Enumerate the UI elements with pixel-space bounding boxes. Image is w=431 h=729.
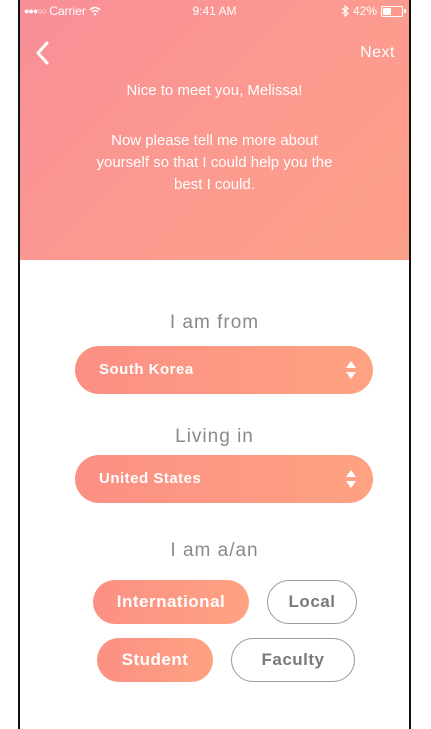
chip-student[interactable]: Student	[97, 638, 213, 682]
battery-percent: 42%	[352, 4, 377, 18]
next-button[interactable]: Next	[360, 44, 395, 62]
living-label: Living in	[175, 426, 254, 447]
greeting-text: Nice to meet you, Melissa!	[126, 82, 303, 99]
from-label: I am from	[169, 312, 260, 333]
chip-faculty[interactable]: Faculty	[231, 638, 355, 682]
bluetooth-icon	[341, 5, 349, 17]
select-arrows-icon	[346, 361, 356, 379]
chip-international[interactable]: International	[93, 580, 249, 624]
intro-text: Now please tell me more about yourself s…	[96, 132, 333, 193]
battery-level	[383, 7, 391, 15]
role-label: I am a/an	[170, 540, 259, 561]
select-arrows-icon	[346, 470, 356, 488]
header-banner: ●●●○○ Carrier 9:41 AM 42% Next Nice to m…	[20, 0, 409, 260]
back-button[interactable]	[32, 38, 54, 68]
battery-tip	[404, 8, 406, 13]
country-living-select[interactable]: United States	[75, 455, 373, 503]
battery-icon	[381, 5, 406, 17]
country-living-value: United States	[99, 470, 202, 487]
phone-screen: ●●●○○ Carrier 9:41 AM 42% Next Nice to m…	[18, 0, 411, 729]
status-right: 42%	[341, 4, 406, 18]
chevron-left-icon	[36, 41, 49, 65]
status-bar: ●●●○○ Carrier 9:41 AM 42%	[20, 0, 409, 20]
country-from-value: South Korea	[99, 361, 194, 378]
country-from-select[interactable]: South Korea	[75, 346, 373, 394]
chip-local[interactable]: Local	[267, 580, 357, 624]
